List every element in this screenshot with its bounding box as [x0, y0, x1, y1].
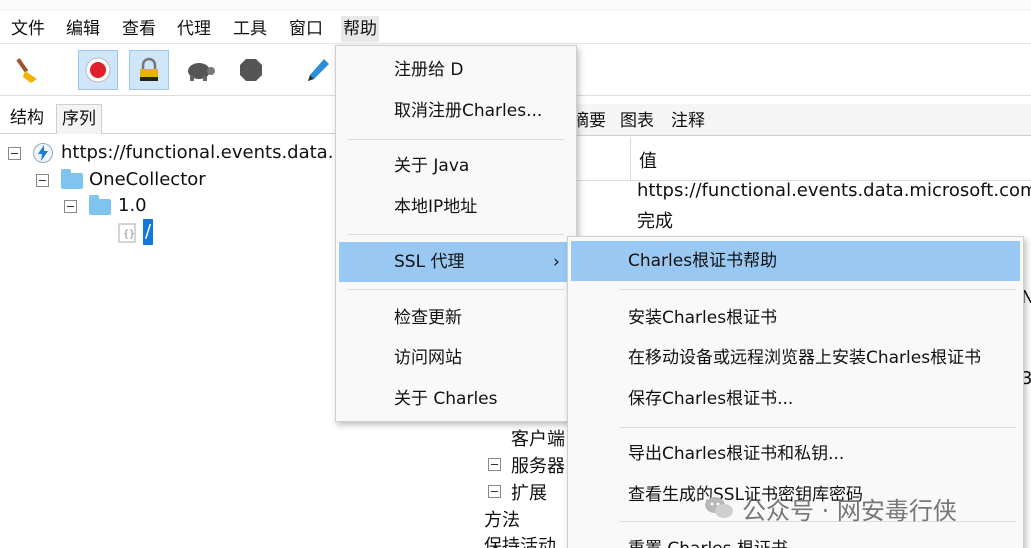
column-separator: [630, 137, 631, 181]
record-icon: [85, 57, 111, 83]
ssl-proxy-button[interactable]: [129, 50, 169, 90]
menu-window[interactable]: 窗口: [287, 16, 325, 42]
ssl-lock-icon: [140, 57, 158, 81]
menu-separator: [620, 289, 1016, 290]
menu-item-install-root-cert[interactable]: 安装Charles根证书: [568, 298, 1023, 338]
menu-item-about-charles[interactable]: 关于 Charles: [336, 379, 576, 419]
expand-toggle-icon[interactable]: [488, 458, 501, 471]
tab-structure[interactable]: 结构: [5, 104, 49, 134]
broom-icon: [16, 58, 37, 83]
folder-icon: [61, 169, 83, 189]
window-top-strip: [0, 0, 1031, 10]
menu-separator: [348, 234, 564, 235]
submenu-arrow-icon: ›: [553, 252, 560, 272]
expand-toggle-icon[interactable]: [488, 485, 501, 498]
menu-item-about-java[interactable]: 关于 Java: [336, 146, 576, 186]
watermark: 公众号 · 网安毒行侠: [704, 490, 957, 526]
menu-item-local-ip[interactable]: 本地IP地址: [336, 187, 576, 227]
collapse-toggle-icon[interactable]: [8, 147, 21, 160]
table-row-server[interactable]: 服务器: [511, 452, 565, 478]
menubar: 文件 编辑 查看 代理 工具 窗口 帮助: [0, 10, 1031, 44]
watermark-text: 公众号 · 网安毒行侠: [742, 496, 957, 525]
collapse-toggle-icon[interactable]: [36, 174, 49, 187]
row-url-value: https://functional.events.data.microsoft…: [637, 180, 1031, 201]
folder-icon: [89, 195, 111, 215]
breakpoints-button[interactable]: [231, 50, 271, 90]
tab-chart[interactable]: 图表: [616, 107, 658, 135]
menu-view[interactable]: 查看: [120, 16, 158, 42]
throttle-button[interactable]: [180, 50, 220, 90]
menu-file[interactable]: 文件: [9, 16, 47, 42]
tree-host-label: https://functional.events.data.m: [61, 142, 351, 163]
table-row-keepalive[interactable]: 保持活动: [484, 532, 556, 548]
menu-item-reset-root-cert[interactable]: 重置 Charles 根证书...: [568, 529, 1023, 548]
menu-item-unregister[interactable]: 取消注册Charles...: [336, 91, 576, 131]
menu-separator: [348, 139, 564, 140]
tree-folder-label: OneCollector: [89, 169, 206, 190]
compose-button[interactable]: [298, 50, 338, 90]
menu-item-registered-to[interactable]: 注册给 D: [336, 50, 576, 90]
tree-folder-label: 1.0: [118, 195, 147, 216]
tab-sequence[interactable]: 序列: [56, 104, 102, 134]
help-menu: 注册给 D 取消注册Charles... 关于 Java 本地IP地址 SSL …: [335, 45, 577, 422]
pen-icon: [308, 59, 329, 81]
clear-session-button[interactable]: [10, 50, 50, 90]
menu-item-check-updates[interactable]: 检查更新: [336, 298, 576, 338]
tab-notes[interactable]: 注释: [667, 107, 709, 135]
tree-leaf-label: /: [143, 219, 154, 245]
turtle-icon: [188, 63, 215, 81]
menu-proxy[interactable]: 代理: [175, 16, 213, 42]
menu-item-ssl-proxying[interactable]: SSL 代理 ›: [339, 242, 573, 282]
lightning-icon: [33, 143, 53, 163]
menu-item-export-cert-key[interactable]: 导出Charles根证书和私钥...: [568, 434, 1023, 474]
record-button[interactable]: [78, 50, 118, 90]
json-file-icon: {}: [118, 223, 136, 243]
menu-item-root-cert-help[interactable]: Charles根证书帮助: [571, 241, 1020, 281]
menu-item-visit-website[interactable]: 访问网站: [336, 338, 576, 378]
menu-separator: [620, 427, 1016, 428]
svg-text:{}: {}: [123, 229, 135, 240]
menu-edit[interactable]: 编辑: [64, 16, 102, 42]
menu-tools[interactable]: 工具: [231, 16, 269, 42]
column-header-value: 值: [639, 151, 657, 172]
table-row-extensions[interactable]: 扩展: [511, 479, 547, 505]
menu-item-label: SSL 代理: [394, 252, 465, 272]
stop-icon: [240, 59, 262, 81]
table-row-method[interactable]: 方法: [484, 506, 520, 532]
menu-item-install-on-mobile[interactable]: 在移动设备或远程浏览器上安装Charles根证书: [568, 338, 1023, 378]
row-status-value: 完成: [637, 211, 673, 232]
wechat-icon: [705, 497, 733, 518]
menu-separator: [348, 289, 564, 290]
collapse-toggle-icon[interactable]: [64, 200, 77, 213]
menu-help[interactable]: 帮助: [341, 16, 379, 42]
menu-item-save-root-cert[interactable]: 保存Charles根证书...: [568, 379, 1023, 419]
table-row-client[interactable]: 客户端: [511, 425, 565, 451]
